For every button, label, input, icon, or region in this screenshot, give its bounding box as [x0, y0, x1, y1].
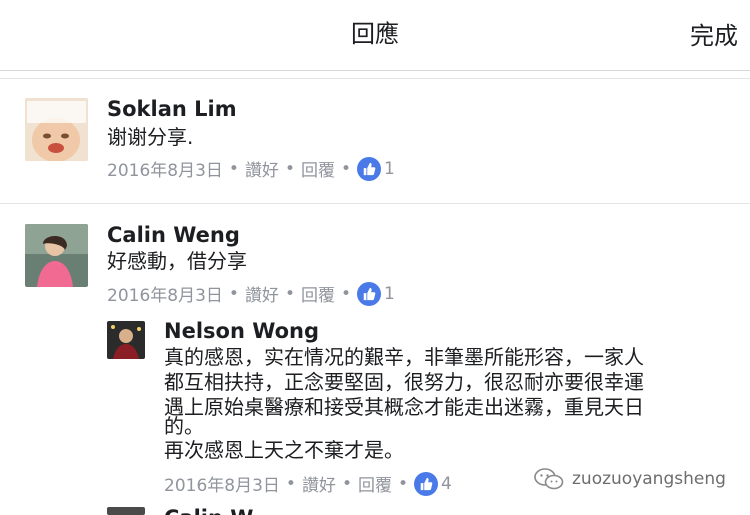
dot-separator: • — [284, 158, 295, 179]
dot-separator: • — [284, 283, 295, 304]
avatar[interactable] — [25, 98, 88, 161]
reply-line: 遇上原始桌醫療和接受其概念才能走出迷霧，重見天日 — [164, 395, 644, 419]
reply-meta: 2016年8月3日 • 讚好 • 回覆 • 4 — [164, 471, 452, 496]
reply-line: 真的感恩，实在情况的艱辛，非筆墨所能形容，一家人 — [164, 345, 644, 369]
reply-line: 的。 — [164, 414, 204, 438]
thumbs-up-icon[interactable] — [357, 281, 381, 306]
dot-separator: • — [228, 158, 239, 179]
thumbs-up-icon[interactable] — [357, 156, 381, 181]
dot-separator: • — [341, 473, 352, 494]
person-avatar-image — [25, 224, 88, 287]
baby-avatar-image — [25, 98, 88, 161]
avatar[interactable] — [107, 321, 145, 359]
dot-separator: • — [397, 473, 408, 494]
reply-line: 都互相扶持，正念要堅固，很努力，很忍耐亦要很幸運 — [164, 370, 644, 394]
reply-line: 再次感恩上天之不棄才是。 — [164, 438, 404, 462]
like-count[interactable]: 1 — [384, 284, 395, 304]
watermark-text: zuozuoyangsheng — [572, 469, 726, 489]
like-button[interactable]: 讚好 — [302, 471, 336, 496]
watermark: zuozuoyangsheng — [534, 467, 726, 491]
commenter-name[interactable]: Nelson Wong — [164, 319, 319, 343]
comment-date: 2016年8月3日 — [107, 161, 223, 181]
avatar[interactable] — [107, 507, 145, 515]
like-button[interactable]: 讚好 — [245, 156, 279, 181]
comment-divider — [0, 203, 750, 204]
page-title: 回應 — [351, 20, 399, 48]
like-button[interactable]: 讚好 — [245, 281, 279, 306]
comment-text: 谢谢分享. — [107, 125, 194, 149]
dot-separator: • — [340, 283, 351, 304]
reply-button[interactable]: 回覆 — [358, 471, 392, 496]
commenter-name[interactable]: Soklan Lim — [107, 97, 237, 121]
header-divider — [0, 78, 750, 79]
comment-date: 2016年8月3日 — [107, 286, 223, 306]
reply-button[interactable]: 回覆 — [301, 281, 335, 306]
reply-date: 2016年8月3日 — [164, 476, 280, 496]
person-avatar-image — [107, 321, 145, 359]
reply-button[interactable]: 回覆 — [301, 156, 335, 181]
thumbs-up-icon[interactable] — [414, 471, 438, 496]
like-count[interactable]: 4 — [441, 474, 452, 494]
dot-separator: • — [285, 473, 296, 494]
like-count[interactable]: 1 — [384, 159, 395, 179]
dot-separator: • — [340, 158, 351, 179]
comment-text: 好感動，借分享 — [107, 249, 247, 273]
commenter-name[interactable]: Calin W — [164, 506, 253, 515]
comment-meta: 2016年8月3日 • 讚好 • 回覆 • 1 — [107, 281, 395, 306]
dot-separator: • — [228, 283, 239, 304]
avatar[interactable] — [25, 224, 88, 287]
wechat-icon — [534, 468, 564, 490]
done-button[interactable]: 完成 — [690, 16, 738, 51]
comment-meta: 2016年8月3日 • 讚好 • 回覆 • 1 — [107, 156, 395, 181]
top-bar: 回應 完成 — [0, 0, 750, 71]
commenter-name[interactable]: Calin Weng — [107, 223, 240, 247]
